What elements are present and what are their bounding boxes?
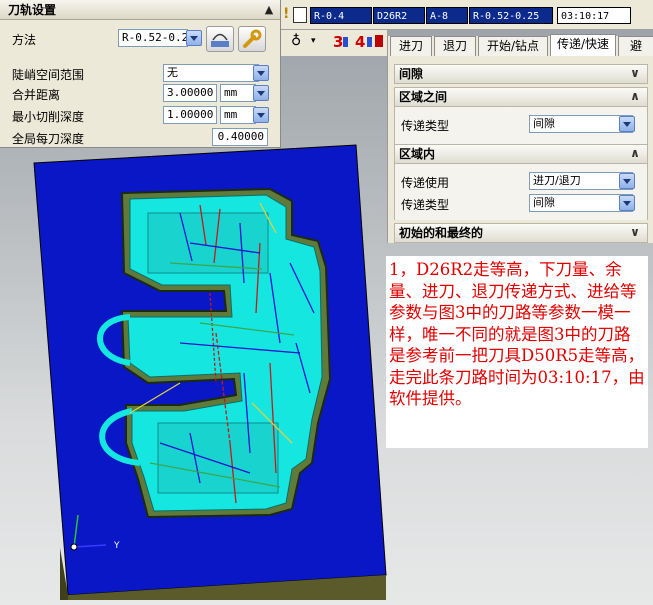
- tab-transfer-rapid[interactable]: 传递/快速: [550, 34, 616, 56]
- merge-unit-select[interactable]: mm: [220, 84, 256, 102]
- min-cut-unit-dropdown-icon[interactable]: [253, 107, 269, 123]
- tool-icon: [293, 7, 307, 23]
- within-transfer-select[interactable]: 间隙: [529, 194, 633, 212]
- status-time: 03:10:17: [557, 7, 631, 24]
- section-initial-final[interactable]: 初始的和最终的 ∨: [394, 223, 648, 243]
- status-item: R-0.52-0.25: [469, 7, 553, 24]
- y-axis-label: Y: [113, 541, 120, 551]
- between-regions-body: 传递类型 间隙: [394, 107, 648, 144]
- dropdown-arrow-icon[interactable]: ▾: [311, 36, 316, 46]
- global-depth-input[interactable]: 0.40000: [212, 128, 268, 146]
- chevron-down-icon[interactable]: ∨: [627, 225, 643, 241]
- within-use-label: 传递使用: [401, 176, 450, 190]
- min-cut-depth-input[interactable]: 1.00000: [163, 106, 217, 124]
- tab-start-drill-point[interactable]: 开始/钻点: [478, 36, 548, 56]
- toolpath-graphic: Y: [33, 144, 387, 600]
- min-cut-depth-label: 最小切削深度: [12, 110, 85, 124]
- tab-avoidance[interactable]: 避: [618, 36, 653, 56]
- annotation-note: 1，D26R2走等高，下刀量、余量、进刀、退刀传递方式、进给等参数与图3中的刀路…: [386, 256, 648, 448]
- within-use-dropdown-icon[interactable]: [619, 173, 635, 189]
- toolpath-settings-panel: 刀轨设置 ▲ 方法 R-0.52-0.25 陡峭空间范围 无 合并距离 3.00…: [0, 0, 281, 148]
- section-between-regions[interactable]: 区域之间 ∧: [394, 87, 648, 107]
- between-transfer-dropdown-icon[interactable]: [619, 116, 635, 132]
- tab-retract[interactable]: 退刀: [434, 36, 476, 56]
- flask-icon[interactable]: ♁: [291, 33, 301, 49]
- flag-icon: [343, 37, 348, 47]
- flag-icon: [367, 37, 372, 47]
- global-depth-label: 全局每刀深度: [12, 132, 85, 146]
- within-region-body: 传递使用 进刀/退刀 传递类型 间隙: [394, 164, 648, 220]
- steep-range-dropdown-icon[interactable]: [253, 65, 269, 81]
- merge-distance-input[interactable]: 3.00000: [163, 84, 217, 102]
- method-label: 方法: [12, 33, 37, 47]
- panel-title: 刀轨设置 ▲: [0, 0, 280, 20]
- within-transfer-dropdown-icon[interactable]: [619, 195, 635, 211]
- method-dropdown-icon[interactable]: [186, 30, 202, 46]
- merge-unit-dropdown-icon[interactable]: [253, 85, 269, 101]
- transfer-settings-panel: 进刀 退刀 开始/钻点 传递/快速 避 间隙 ∨ 区域之间 ∧ 传递类型 间隙 区域…: [387, 34, 653, 243]
- method-select[interactable]: R-0.52-0.25: [118, 29, 188, 47]
- status-item: A-8: [426, 7, 468, 24]
- layer-3-button[interactable]: 3: [333, 33, 343, 51]
- steep-range-select[interactable]: 无: [163, 64, 259, 82]
- min-cut-unit-select[interactable]: mm: [220, 106, 256, 124]
- flag-icon: [375, 35, 383, 47]
- part-model[interactable]: Y: [30, 143, 392, 600]
- chevron-up-icon[interactable]: ∧: [627, 89, 643, 105]
- collapse-up-icon[interactable]: ▲: [261, 2, 277, 18]
- status-bar: ! R-0.4 D26R2 A-8 R-0.52-0.25 03:10:17: [281, 0, 653, 30]
- section-clearance[interactable]: 间隙 ∨: [394, 64, 648, 84]
- edit-method-icon[interactable]: [206, 26, 234, 52]
- status-item: D26R2: [373, 7, 425, 24]
- between-transfer-label: 传递类型: [401, 119, 450, 133]
- status-item: R-0.4: [310, 7, 372, 24]
- tab-approach[interactable]: 进刀: [390, 36, 432, 56]
- between-transfer-select[interactable]: 间隙: [529, 115, 633, 133]
- warning-icon: !: [283, 6, 290, 22]
- within-use-select[interactable]: 进刀/退刀: [529, 172, 633, 190]
- steep-range-label: 陡峭空间范围: [12, 68, 85, 82]
- within-transfer-label: 传递类型: [401, 198, 450, 212]
- layer-4-button[interactable]: 4: [355, 33, 365, 51]
- toolbar: ♁ ▾ 3 4: [281, 30, 387, 56]
- chevron-down-icon[interactable]: ∨: [627, 66, 643, 82]
- section-within-region[interactable]: 区域内 ∧: [394, 144, 648, 164]
- merge-distance-label: 合并距离: [12, 88, 61, 102]
- wrench-icon[interactable]: [238, 26, 266, 52]
- chevron-up-icon[interactable]: ∧: [627, 146, 643, 162]
